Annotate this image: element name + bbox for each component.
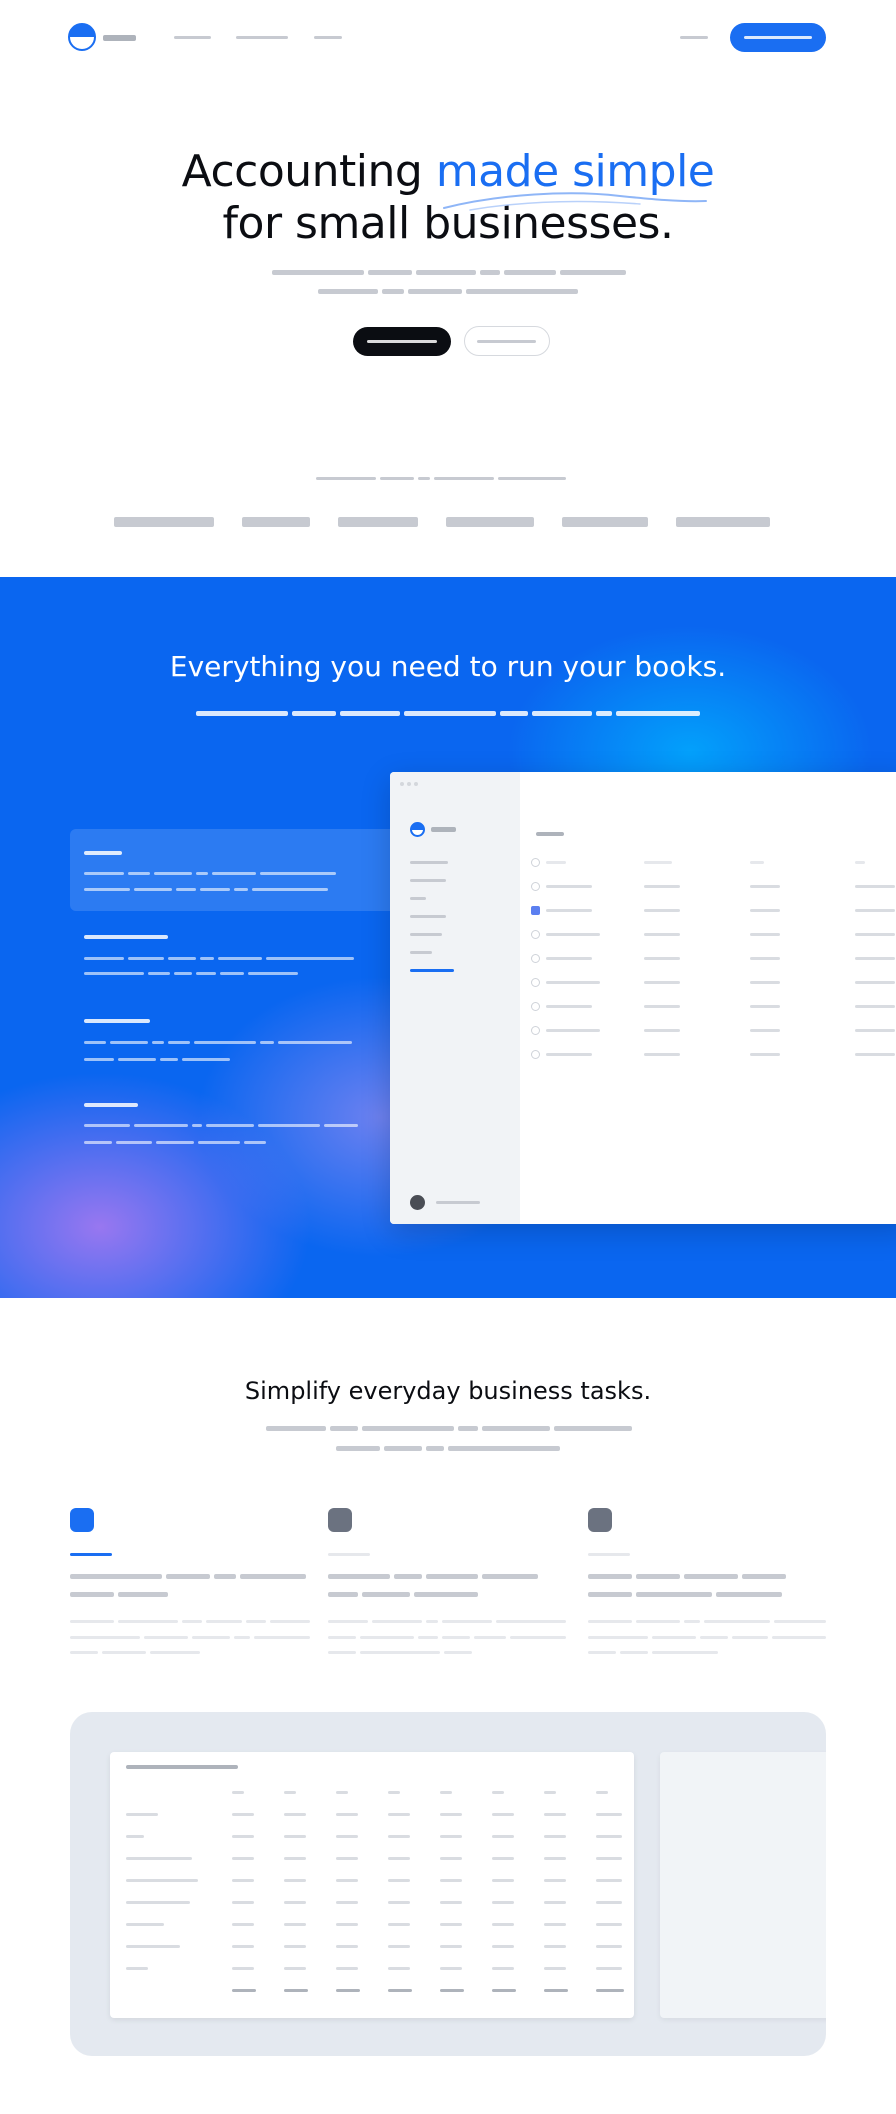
nav-link-3[interactable] xyxy=(314,36,342,39)
row-label xyxy=(126,1901,190,1904)
partner-logo xyxy=(114,517,214,527)
logo-icon[interactable] xyxy=(68,23,96,51)
checkbox-icon[interactable] xyxy=(531,954,540,963)
feature-icon xyxy=(328,1508,352,1532)
hero-title-plain: Accounting xyxy=(181,146,436,197)
checkbox-icon[interactable] xyxy=(531,1026,540,1035)
nav-link-2[interactable] xyxy=(236,36,288,39)
sidebar-item-active[interactable] xyxy=(410,969,454,972)
sidebar-item[interactable] xyxy=(410,861,448,864)
app-preview xyxy=(390,772,896,1224)
row-label xyxy=(126,1813,158,1816)
app-sidebar xyxy=(390,772,520,1224)
sidebar-item[interactable] xyxy=(410,915,446,918)
avatar-icon[interactable] xyxy=(410,1195,425,1210)
signup-button[interactable] xyxy=(730,23,826,52)
row-label xyxy=(126,1879,198,1882)
row-label xyxy=(126,1967,148,1970)
partner-logo xyxy=(242,517,310,527)
partner-logo xyxy=(446,517,534,527)
login-link[interactable] xyxy=(680,36,708,39)
brand-name[interactable] xyxy=(103,35,136,41)
features-section: Everything you need to run your books. xyxy=(0,577,896,1298)
app-page-title xyxy=(536,832,564,836)
sidebar-item[interactable] xyxy=(410,933,442,936)
secondary-cta-button[interactable] xyxy=(464,326,550,356)
row-label xyxy=(126,1923,164,1926)
checkbox-icon[interactable] xyxy=(531,1050,540,1059)
checkbox-icon[interactable] xyxy=(531,882,540,891)
report-preview-panel xyxy=(70,1712,826,2056)
checkbox-icon[interactable] xyxy=(531,978,540,987)
feature-item-active[interactable] xyxy=(70,829,400,911)
logo-icon xyxy=(410,822,425,837)
sidebar-item[interactable] xyxy=(410,879,446,882)
feature-icon xyxy=(588,1508,612,1532)
checkbox-icon[interactable] xyxy=(531,930,540,939)
partner-logo xyxy=(562,517,648,527)
partner-logo xyxy=(676,517,770,527)
row-label xyxy=(126,1857,192,1860)
underline-swoosh xyxy=(443,192,707,211)
partner-logo xyxy=(338,517,418,527)
report-title xyxy=(126,1765,238,1769)
feature-icon xyxy=(70,1508,94,1532)
report-sheet xyxy=(110,1752,634,2018)
nav-link-1[interactable] xyxy=(174,36,211,39)
app-main xyxy=(520,820,896,1224)
checkbox-icon[interactable] xyxy=(531,906,540,915)
sidebar-item[interactable] xyxy=(410,951,432,954)
tasks-title: Simplify everyday business tasks. xyxy=(244,1377,652,1405)
row-label xyxy=(126,1945,180,1948)
row-label xyxy=(126,1835,144,1838)
primary-cta-button[interactable] xyxy=(353,327,451,356)
checkbox-icon[interactable] xyxy=(531,1002,540,1011)
checkbox-icon[interactable] xyxy=(531,858,540,867)
sidebar-item[interactable] xyxy=(410,897,426,900)
features-title: Everything you need to run your books. xyxy=(169,650,727,683)
report-side-panel xyxy=(660,1752,826,2018)
